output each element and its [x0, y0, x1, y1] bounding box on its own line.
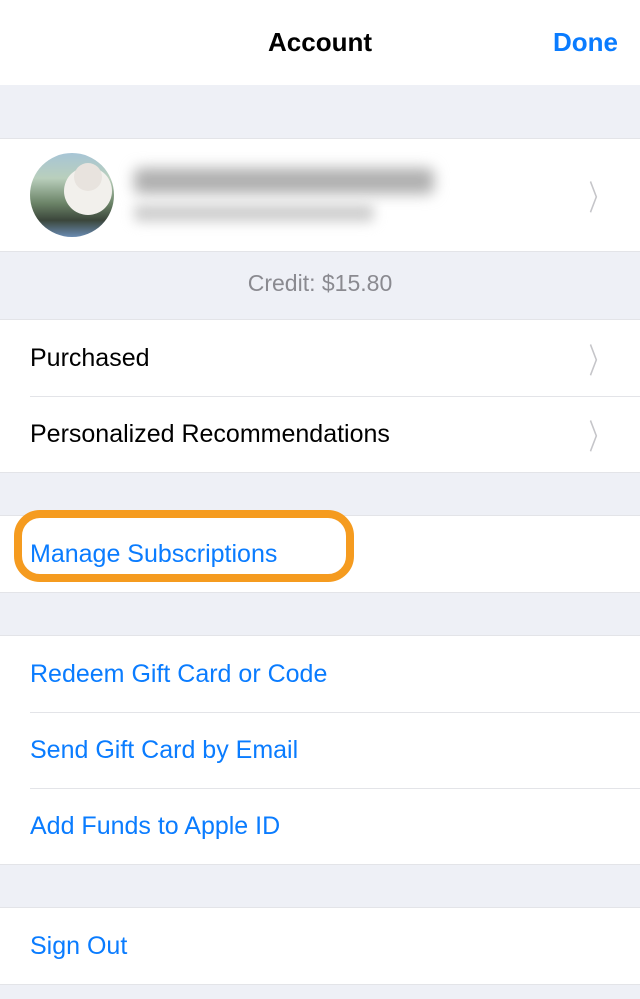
- add-funds-row[interactable]: Add Funds to Apple ID: [0, 788, 640, 864]
- redeem-label: Redeem Gift Card or Code: [30, 660, 622, 689]
- sign-out-label: Sign Out: [30, 932, 622, 961]
- header-bar: Account Done: [0, 0, 640, 86]
- profile-section: 〉: [0, 138, 640, 252]
- profile-text: [134, 168, 582, 222]
- page-title: Account: [268, 27, 372, 58]
- chevron-right-icon: 〉: [589, 410, 609, 459]
- subscriptions-section: Manage Subscriptions: [0, 515, 640, 593]
- manage-subscriptions-row[interactable]: Manage Subscriptions: [0, 516, 640, 592]
- sign-out-row[interactable]: Sign Out: [0, 908, 640, 984]
- spacer: [0, 473, 640, 515]
- send-gift-label: Send Gift Card by Email: [30, 736, 622, 765]
- credit-label: Credit: $15.80: [0, 252, 640, 319]
- redeem-row[interactable]: Redeem Gift Card or Code: [0, 636, 640, 712]
- done-button[interactable]: Done: [553, 27, 618, 58]
- recommendations-label: Personalized Recommendations: [30, 420, 582, 449]
- purchased-row[interactable]: Purchased 〉: [0, 320, 640, 396]
- profile-name-blurred: [134, 168, 434, 194]
- purchase-section: Purchased 〉 Personalized Recommendations…: [0, 319, 640, 473]
- purchased-label: Purchased: [30, 344, 582, 373]
- avatar: [30, 153, 114, 237]
- send-gift-row[interactable]: Send Gift Card by Email: [0, 712, 640, 788]
- spacer: [0, 86, 640, 138]
- profile-email-blurred: [134, 204, 374, 222]
- signout-section: Sign Out: [0, 907, 640, 985]
- chevron-right-icon: 〉: [589, 171, 609, 220]
- chevron-right-icon: 〉: [589, 334, 609, 383]
- manage-subscriptions-label: Manage Subscriptions: [30, 540, 622, 569]
- recommendations-row[interactable]: Personalized Recommendations 〉: [0, 396, 640, 472]
- add-funds-label: Add Funds to Apple ID: [30, 812, 622, 841]
- spacer: [0, 865, 640, 907]
- profile-row[interactable]: 〉: [0, 139, 640, 251]
- spacer: [0, 593, 640, 635]
- gift-section: Redeem Gift Card or Code Send Gift Card …: [0, 635, 640, 865]
